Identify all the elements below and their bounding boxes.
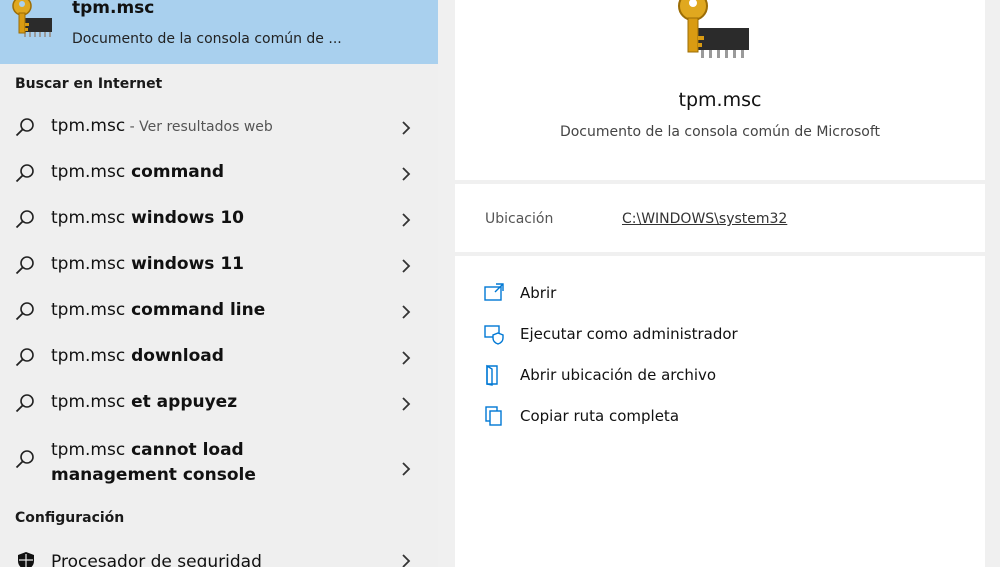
search-results-pane: tpm.msc Documento de la consola común de… [0, 0, 438, 567]
web-result-label: tpm.msc windows 11 [51, 254, 244, 274]
search-icon [15, 302, 34, 321]
tpm-msc-icon [12, 0, 52, 37]
action-label: Abrir [520, 284, 557, 302]
web-result-item[interactable]: tpm.msc - Ver resultados web [0, 106, 438, 152]
web-result-label: tpm.msc windows 10 [51, 208, 244, 228]
best-match-title: tpm.msc [72, 0, 155, 18]
web-section-header: Buscar en Internet [15, 76, 163, 92]
chevron-right-icon [402, 554, 411, 567]
details-title: tpm.msc [678, 89, 762, 111]
action-copy-full-path[interactable]: Copiar ruta completa [483, 403, 933, 431]
search-icon [15, 164, 34, 183]
divider [455, 180, 985, 184]
chevron-right-icon [402, 259, 411, 273]
search-icon [15, 348, 34, 367]
web-result-label: tpm.msc command line [51, 300, 266, 320]
location-label: Ubicación [485, 211, 554, 227]
details-pane: tpm.msc Documento de la consola común de… [455, 0, 985, 567]
best-match-subtitle: Documento de la consola común de ... [72, 31, 342, 47]
web-result-item[interactable]: tpm.msc windows 10 [0, 198, 438, 244]
action-label: Copiar ruta completa [520, 407, 680, 425]
chevron-right-icon [402, 397, 411, 411]
web-result-item[interactable]: tpm.msc command [0, 152, 438, 198]
chevron-right-icon [402, 351, 411, 365]
search-icon [15, 118, 34, 137]
chevron-right-icon [402, 462, 411, 476]
action-open-file-location[interactable]: Abrir ubicación de archivo [483, 362, 933, 390]
chevron-right-icon [402, 213, 411, 227]
settings-result-label: Procesador de seguridad [51, 552, 262, 567]
open-icon [484, 283, 504, 301]
action-run-as-admin[interactable]: Ejecutar como administrador [483, 321, 933, 349]
web-result-item[interactable]: tpm.msc command line [0, 290, 438, 336]
search-icon [15, 394, 34, 413]
file-location-icon [486, 364, 498, 386]
web-result-item[interactable]: tpm.msc et appuyez [0, 382, 438, 428]
shield-icon [18, 552, 34, 567]
details-description: Documento de la consola común de Microso… [559, 124, 881, 140]
divider [455, 252, 985, 256]
chevron-right-icon [402, 167, 411, 181]
web-result-label: tpm.msc cannot load management console [51, 440, 256, 485]
tpm-msc-large-icon [678, 0, 749, 58]
copy-path-icon [485, 406, 502, 426]
settings-result-security-processor[interactable]: Procesador de seguridad [0, 544, 438, 567]
action-label: Ejecutar como administrador [520, 325, 738, 343]
web-result-label: tpm.msc et appuyez [51, 392, 238, 412]
chevron-right-icon [402, 305, 411, 319]
best-match-result[interactable]: tpm.msc Documento de la consola común de… [0, 0, 438, 64]
settings-section-header: Configuración [15, 510, 125, 526]
web-result-item[interactable]: tpm.msc windows 11 [0, 244, 438, 290]
action-label: Abrir ubicación de archivo [520, 366, 717, 384]
action-open[interactable]: Abrir [483, 280, 933, 308]
chevron-right-icon [402, 121, 411, 135]
location-link[interactable]: C:\WINDOWS\system32 [622, 211, 787, 227]
web-result-label: tpm.msc - Ver resultados web [51, 116, 273, 136]
search-icon [15, 256, 34, 275]
web-result-item[interactable]: tpm.msc cannot load management console [0, 438, 438, 502]
run-as-admin-icon [484, 325, 504, 345]
web-result-item[interactable]: tpm.msc download [0, 336, 438, 382]
search-icon [15, 450, 34, 469]
search-icon [15, 210, 34, 229]
web-result-label: tpm.msc command [51, 162, 225, 182]
web-result-label: tpm.msc download [51, 346, 224, 366]
